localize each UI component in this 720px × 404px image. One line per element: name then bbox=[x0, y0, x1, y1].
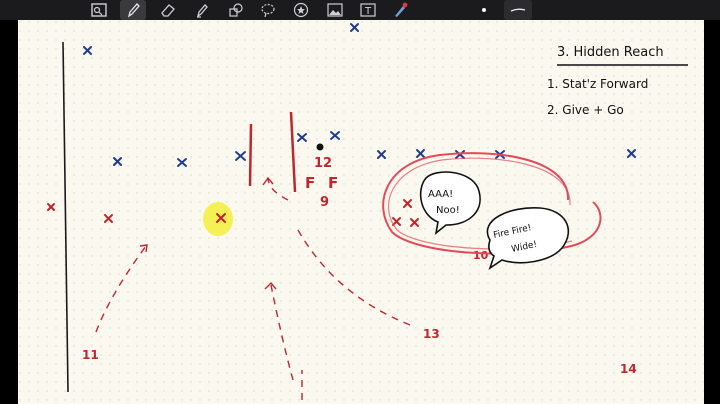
image-viewer-icon[interactable] bbox=[88, 0, 110, 20]
notes-item-2: 2. Give + Go bbox=[547, 103, 624, 117]
right-margin bbox=[704, 20, 720, 404]
shapes-icon[interactable] bbox=[224, 0, 248, 20]
label-10: 10 bbox=[473, 249, 489, 262]
eraser-icon[interactable] bbox=[156, 0, 180, 20]
svg-text:T: T bbox=[364, 6, 372, 17]
pen-icon[interactable] bbox=[120, 0, 146, 20]
label-13: 13 bbox=[423, 327, 440, 341]
app-window: T 3. Hidden Reach 1. Stat'z Forward 2. G… bbox=[0, 0, 720, 404]
label-11: 11 bbox=[82, 348, 99, 362]
highlight-spot bbox=[203, 202, 233, 236]
label-f1: F bbox=[305, 174, 315, 192]
notes-item-1: 1. Stat'z Forward bbox=[547, 77, 648, 91]
notes-heading: 3. Hidden Reach bbox=[557, 45, 664, 60]
image-icon[interactable] bbox=[323, 0, 347, 20]
bubble-1-line-2: Noo! bbox=[436, 205, 460, 216]
label-12: 12 bbox=[314, 156, 332, 171]
left-margin bbox=[0, 20, 18, 404]
label-14: 14 bbox=[620, 362, 637, 376]
highlighter-icon[interactable] bbox=[190, 0, 214, 20]
ink-dot-indicator[interactable] bbox=[478, 0, 490, 20]
sticker-icon[interactable] bbox=[289, 0, 313, 20]
laser-pointer-icon[interactable] bbox=[388, 0, 412, 20]
ball bbox=[316, 143, 324, 151]
bubble-1-line-1: AAA! bbox=[428, 189, 453, 200]
label-9: 9 bbox=[320, 195, 329, 210]
text-icon[interactable]: T bbox=[356, 0, 380, 20]
label-f2: F bbox=[328, 174, 338, 192]
drawing-toolbar: T bbox=[0, 0, 720, 20]
whiteboard-canvas[interactable]: 3. Hidden Reach 1. Stat'z Forward 2. Giv… bbox=[0, 20, 720, 404]
stroke-width-button[interactable] bbox=[504, 0, 532, 20]
wall-line-left bbox=[248, 123, 253, 187]
lasso-icon[interactable] bbox=[256, 0, 280, 20]
